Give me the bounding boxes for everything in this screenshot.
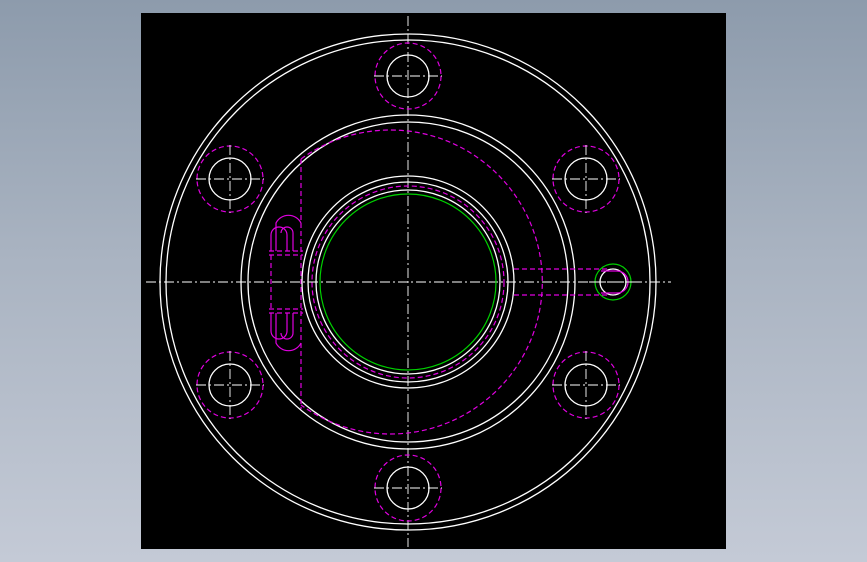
bolt-hole-lower-right xyxy=(552,351,620,419)
bolt-hole-upper-right xyxy=(552,145,620,213)
flange-drawing: .ol { fill: none; stroke: #ffffff; strok… xyxy=(146,16,671,547)
bolt-hole-upper-left xyxy=(196,145,264,213)
bolt-hole-lower-left xyxy=(196,351,264,419)
hidden-groove-detail xyxy=(269,214,303,352)
cad-viewport[interactable]: .ol { fill: none; stroke: #ffffff; strok… xyxy=(141,13,726,549)
